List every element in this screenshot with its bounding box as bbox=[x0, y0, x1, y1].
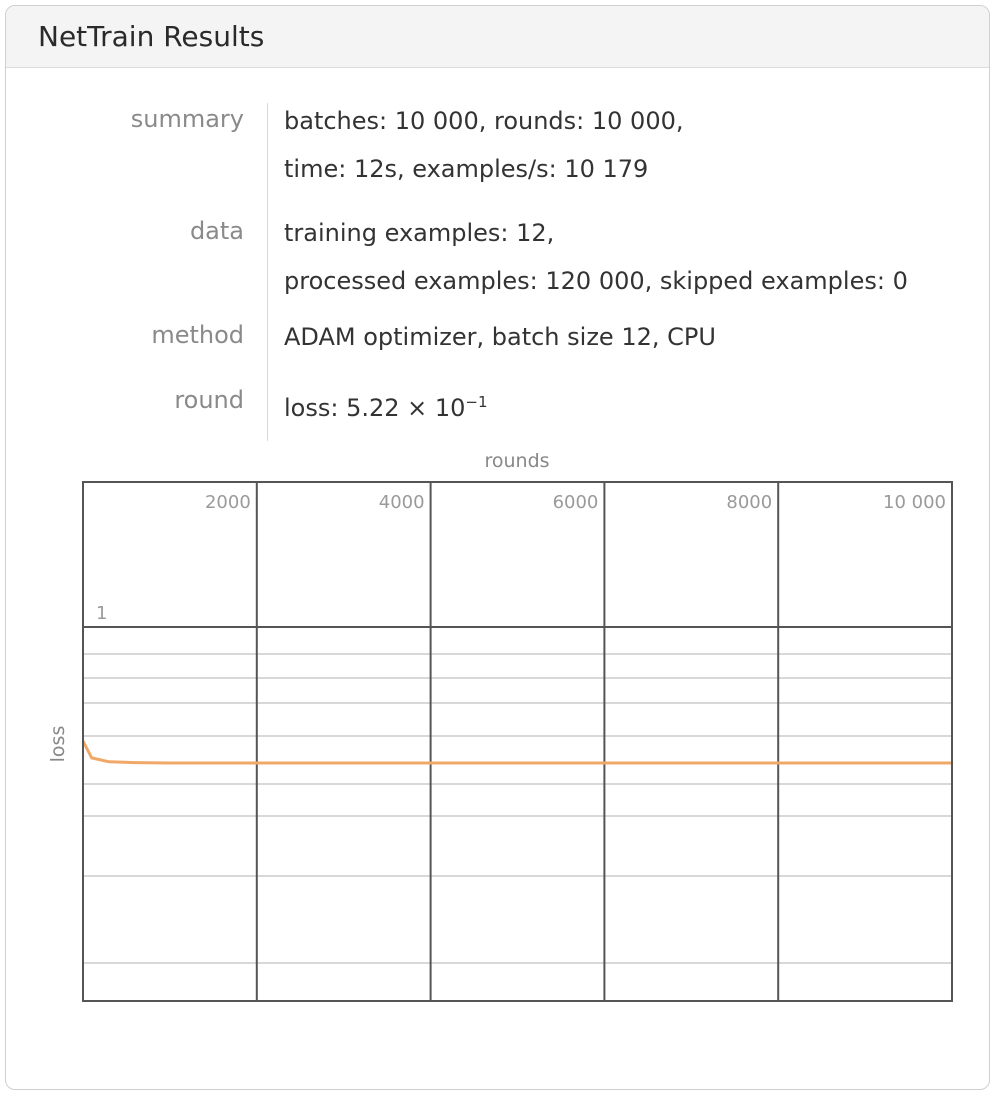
x-tick-label: 4000 bbox=[379, 492, 425, 513]
horizontal-grid bbox=[83, 653, 952, 964]
x-tick-label: 8000 bbox=[726, 492, 772, 513]
x-tick-label: 10 000 bbox=[883, 492, 946, 513]
vertical-grid bbox=[255, 482, 780, 1001]
x-axis-title: rounds bbox=[484, 450, 549, 472]
x-tick-labels: 2000 4000 6000 8000 10 000 bbox=[205, 492, 946, 513]
nettrain-results-panel: NetTrain Results summary batches: 10 000… bbox=[5, 5, 990, 1090]
loss-series-line bbox=[81, 740, 952, 765]
y-tick-label: 1 bbox=[96, 603, 107, 624]
plot-frame bbox=[82, 481, 953, 1002]
y-axis-title: loss bbox=[47, 726, 69, 763]
x-tick-label: 2000 bbox=[205, 492, 251, 513]
x-tick-label: 6000 bbox=[553, 492, 599, 513]
loss-chart: rounds loss 2000 4000 6000 8000 10 000 1 bbox=[47, 450, 953, 1002]
